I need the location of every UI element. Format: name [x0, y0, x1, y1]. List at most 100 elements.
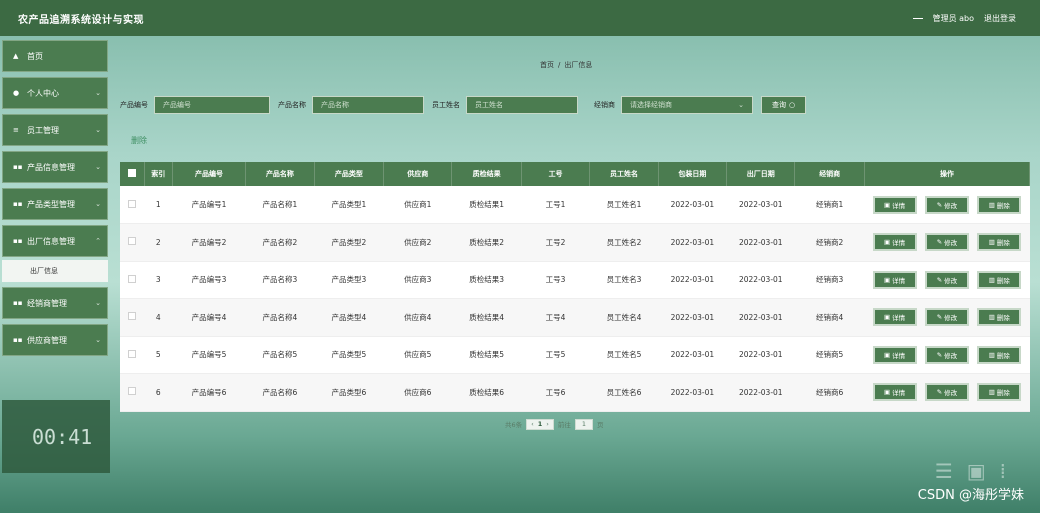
table-cell: 产品编号2 — [172, 223, 246, 262]
row-checkbox[interactable] — [120, 186, 145, 224]
clock-display: 00:41 — [2, 400, 110, 473]
delete-button[interactable]: ▥ 删除 — [977, 233, 1022, 252]
bulk-delete-button[interactable]: 删除 — [131, 135, 147, 146]
edit-icon: ✎ — [936, 350, 943, 359]
table-cell: 质检结果6 — [451, 373, 522, 412]
sidebar-item-employees[interactable]: ≡ 员工管理 ⌄ — [2, 114, 108, 146]
detail-button[interactable]: ▣ 详情 — [872, 270, 917, 289]
chevron-down-icon: ⌄ — [738, 101, 744, 109]
table-cell: 工号1 — [521, 186, 590, 224]
chevron-down-icon: ⌄ — [95, 89, 101, 97]
edit-icon: ✎ — [936, 388, 943, 397]
row-checkbox[interactable] — [120, 336, 145, 374]
product-name-input[interactable]: 产品名称 — [312, 96, 424, 114]
table-row: 5 产品编号5 产品名称5 产品类型5 供应商5 质检结果5 工号5 员工姓名5 2022-03… — [120, 336, 1030, 374]
detail-button[interactable]: ▣ 详情 — [872, 233, 917, 252]
table-cell: 产品类型5 — [314, 336, 384, 374]
table-cell: 质检结果5 — [451, 336, 522, 374]
table-cell: 供应商1 — [383, 186, 452, 224]
chevron-down-icon: ⌄ — [95, 163, 101, 171]
grid-icon: ▪▪ — [13, 163, 23, 171]
detail-button[interactable]: ▣ 详情 — [872, 345, 917, 364]
search-button[interactable]: 查询 ○ — [761, 96, 807, 114]
detail-icon: ▣ — [883, 200, 891, 209]
sidebar-item-home[interactable]: ▲ 首页 — [2, 40, 108, 72]
trash-icon: ▥ — [988, 388, 995, 397]
sidebar-item-label: 个人中心 — [27, 88, 59, 98]
edit-button[interactable]: ✎ 修改 — [924, 195, 969, 214]
table-cell: 产品类型2 — [314, 223, 384, 262]
sidebar-item-label: 经销商管理 — [27, 298, 67, 308]
detail-label: 详情 — [892, 276, 906, 285]
sidebar-item-profile[interactable]: ● 个人中心 ⌄ — [2, 77, 108, 109]
delete-button[interactable]: ▥ 删除 — [977, 270, 1022, 289]
table-cell: 经销商6 — [794, 373, 865, 412]
edit-button[interactable]: ✎ 修改 — [924, 308, 969, 327]
sidebar-item-shipment[interactable]: ▪▪ 出厂信息管理 ⌃ — [2, 225, 108, 257]
table-cell: 工号6 — [521, 373, 590, 412]
detail-button[interactable]: ▣ 详情 — [872, 308, 917, 327]
table-cell: 质检结果3 — [451, 261, 522, 299]
row-checkbox[interactable] — [120, 373, 145, 412]
table-row: 3 产品编号3 产品名称3 产品类型3 供应商3 质检结果3 工号3 员工姓名3 2022-03… — [120, 261, 1030, 299]
col-header: 工号 — [521, 162, 591, 186]
table-row: 2 产品编号2 产品名称2 产品类型2 供应商2 质检结果2 工号2 员工姓名2 2022-03… — [120, 223, 1030, 262]
admin-user-label[interactable]: 管理员 abo — [933, 13, 974, 24]
product-code-label: 产品编号 — [120, 101, 148, 109]
page-number[interactable]: 1 — [538, 420, 543, 428]
employee-name-input[interactable]: 员工姓名 — [466, 96, 578, 114]
next-page-icon[interactable]: › — [546, 420, 549, 428]
filter-bar: 产品编号 产品编号 产品名称 产品名称 员工姓名 员工姓名 经销商 请选择经销商… — [120, 96, 807, 114]
sidebar-item-suppliers[interactable]: ▪▪ 供应商管理 ⌄ — [2, 324, 108, 356]
product-code-input[interactable]: 产品编号 — [154, 96, 270, 114]
dealer-select[interactable]: 请选择经销商 ⌄ — [621, 96, 753, 114]
sidebar-item-product-type[interactable]: ▪▪ 产品类型管理 ⌄ — [2, 188, 108, 220]
user-icon: ● — [13, 89, 20, 97]
table-cell: 经销商5 — [794, 336, 865, 374]
edit-button[interactable]: ✎ 修改 — [924, 383, 969, 402]
sidebar-subitem-shipment-info[interactable]: 出厂信息 — [2, 260, 108, 282]
delete-button[interactable]: ▥ 删除 — [977, 345, 1022, 364]
trash-icon: ▥ — [988, 275, 995, 284]
detail-button[interactable]: ▣ 详情 — [872, 383, 917, 402]
row-checkbox[interactable] — [120, 298, 145, 337]
detail-label: 详情 — [892, 351, 906, 360]
grid-icon: ▪▪ — [13, 237, 23, 245]
detail-label: 详情 — [892, 239, 906, 248]
table-cell: 产品类型4 — [314, 298, 384, 337]
sidebar-item-dealers[interactable]: ▪▪ 经销商管理 ⌄ — [2, 287, 108, 319]
table-cell: 供应商3 — [383, 261, 452, 299]
edit-button[interactable]: ✎ 修改 — [924, 270, 969, 289]
select-all-checkbox[interactable] — [120, 162, 145, 186]
sidebar-item-product-info[interactable]: ▪▪ 产品信息管理 ⌄ — [2, 151, 108, 183]
delete-button[interactable]: ▥ 删除 — [977, 308, 1022, 327]
edit-label: 修改 — [944, 389, 958, 398]
table-cell: 工号4 — [521, 298, 590, 337]
detail-button[interactable]: ▣ 详情 — [872, 195, 917, 214]
table-cell: 产品名称3 — [245, 261, 315, 299]
app-title: 农产品追溯系统设计与实现 — [18, 14, 144, 26]
row-checkbox[interactable] — [120, 261, 145, 299]
table-header-row: 索引 产品编号 产品名称 产品类型 供应商 质检结果 工号 员工姓名 包装日期 … — [120, 162, 1031, 186]
delete-label: 删除 — [996, 314, 1010, 323]
list-icon: ≡ — [13, 126, 19, 134]
delete-button[interactable]: ▥ 删除 — [977, 195, 1022, 214]
edit-button[interactable]: ✎ 修改 — [924, 233, 969, 252]
table-cell: 2022-03-01 — [726, 186, 795, 224]
delete-label: 删除 — [996, 239, 1010, 248]
prev-page-icon[interactable]: ‹ — [531, 420, 534, 428]
chevron-down-icon: ⌄ — [95, 336, 101, 344]
goto-page-input[interactable]: 1 — [574, 418, 594, 430]
table-cell: 供应商6 — [383, 373, 452, 412]
delete-button[interactable]: ▥ 删除 — [977, 383, 1022, 402]
pagination: 共6条 ‹ 1 › 前往 1 页 — [505, 418, 604, 430]
dealer-label: 经销商 — [594, 101, 615, 109]
logout-link[interactable]: 退出登录 — [984, 13, 1016, 24]
table-cell: 3 — [144, 261, 173, 299]
edit-label: 修改 — [944, 314, 958, 323]
edit-button[interactable]: ✎ 修改 — [924, 345, 969, 364]
breadcrumb-home[interactable]: 首页 — [540, 61, 554, 69]
row-checkbox[interactable] — [120, 223, 145, 262]
table-cell: 产品编号3 — [172, 261, 246, 299]
table-cell: 2022-03-01 — [658, 298, 727, 337]
